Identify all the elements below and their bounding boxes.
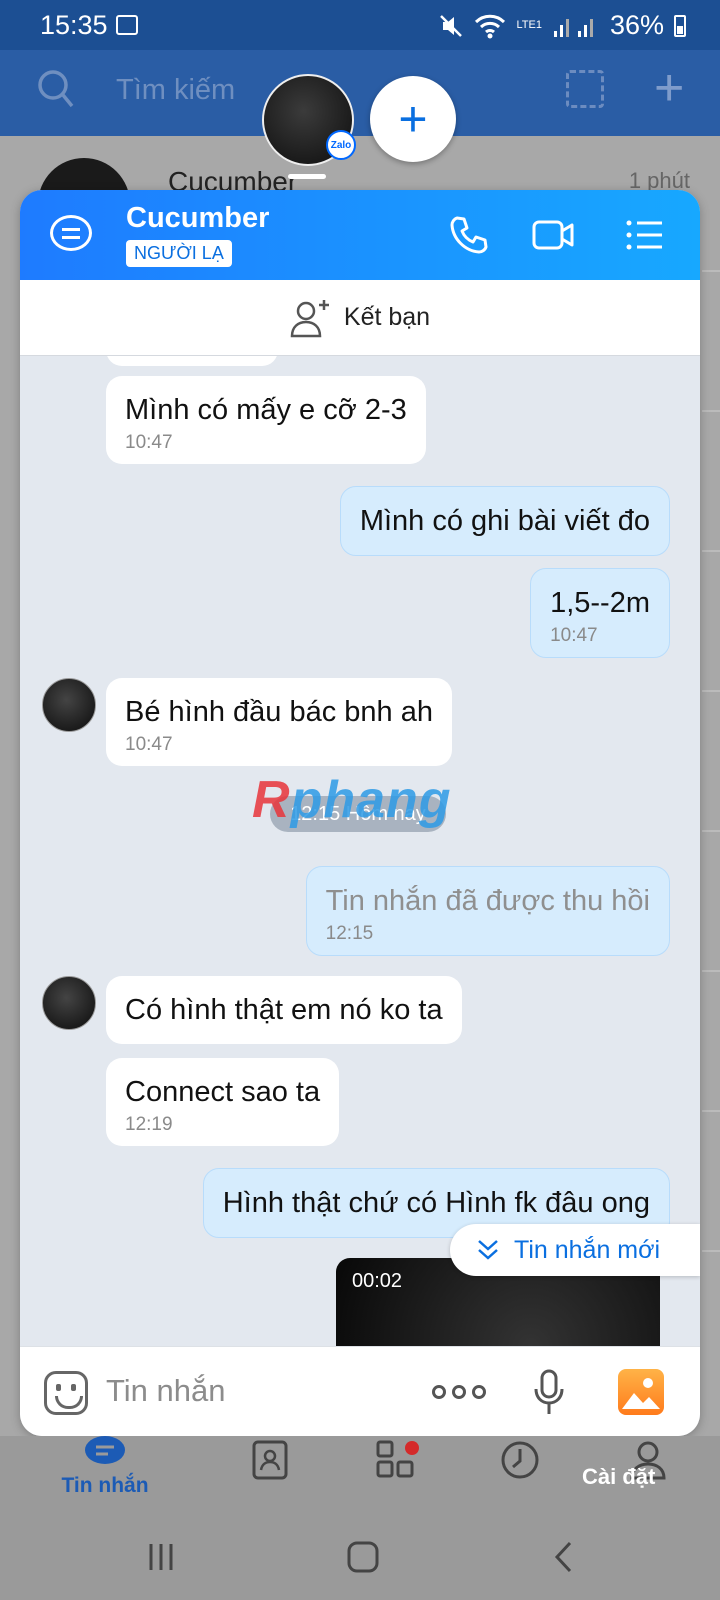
avatar[interactable] (42, 678, 96, 732)
timeline-clock-icon[interactable] (500, 1440, 540, 1480)
signal-icon (553, 18, 593, 37)
zalo-logo-icon: Zalo (326, 130, 356, 160)
app-top-bar: Tìm kiếm + (0, 50, 720, 136)
message-input-bar: Tin nhắn (20, 1346, 700, 1436)
android-nav-bar (0, 1510, 720, 1600)
status-time: 15:35 (40, 10, 108, 40)
message-text: Connect sao ta (125, 1076, 321, 1108)
add-icon[interactable]: + (654, 58, 684, 118)
message-text: Có hình thật em nó ko ta (125, 994, 443, 1026)
back-icon[interactable] (552, 1540, 576, 1574)
message-text: Bé hình đầu bác bnh ah (125, 696, 433, 728)
menu-list-icon[interactable] (624, 214, 666, 256)
watermark-text: phang (290, 771, 452, 829)
contacts-icon[interactable] (252, 1440, 290, 1480)
stranger-badge: NGƯỜI LẠ (126, 240, 232, 267)
add-friend-button[interactable]: Kết bạn (20, 280, 700, 356)
status-indicators: LTE1 36% (438, 10, 686, 41)
recalled-message-bubble[interactable]: Tin nhắn đã được thu hồi 12:15 (305, 866, 670, 956)
message-bubble[interactable]: 1,5--2m 10:47 (530, 568, 670, 658)
message-tab-icon (85, 1436, 125, 1464)
tab-messages-label: Tin nhắn (61, 1474, 149, 1497)
search-icon[interactable] (36, 68, 76, 112)
image-notification-icon (116, 15, 138, 35)
message-time: 10:47 (125, 734, 173, 755)
add-user-icon (290, 299, 329, 337)
message-text: 1,5--2m (550, 587, 650, 619)
message-bubble[interactable]: Mình có ghi bài viết đo (339, 486, 670, 556)
watermark-logo: Rphang (252, 770, 452, 830)
new-messages-label: Tin nhắn mới (514, 1235, 661, 1264)
message-time: 12:19 (125, 1114, 173, 1135)
discover-icon[interactable] (376, 1440, 420, 1480)
microphone-icon[interactable] (534, 1369, 564, 1417)
wifi-icon (475, 14, 506, 38)
message-text: Mình có mấy e cỡ 2-3 (125, 394, 407, 426)
message-bubble[interactable]: Mình có mấy e cỡ 2-3 10:47 (106, 376, 426, 464)
message-text: Tin nhắn đã được thu hồi (325, 885, 650, 917)
double-chevron-down-icon (478, 1240, 498, 1260)
qr-code-icon[interactable] (566, 70, 604, 108)
network-label: LTE1 (516, 19, 542, 31)
chat-head-indicator (288, 174, 326, 179)
emoji-icon[interactable] (44, 1371, 88, 1415)
tab-messages[interactable]: Tin nhắn (60, 1436, 150, 1498)
phone-icon[interactable] (448, 214, 490, 256)
new-messages-button[interactable]: Tin nhắn mới (450, 1224, 700, 1276)
message-bubble[interactable]: Có hình thật em nó ko ta (106, 976, 462, 1044)
search-input[interactable]: Tìm kiếm (116, 74, 235, 107)
message-bubble[interactable]: Bé hình đầu bác bnh ah 10:47 (106, 678, 452, 766)
bottom-tab-bar: Tin nhắn Cài đặt (0, 1436, 720, 1510)
message-time: 12:15 (325, 923, 374, 944)
message-input[interactable]: Tin nhắn (106, 1373, 226, 1409)
message-bubble[interactable]: Connect sao ta 12:19 (106, 1058, 340, 1146)
settings-label[interactable]: Cài đặt (582, 1464, 655, 1490)
message-text: Mình có ghi bài viết đo (359, 505, 650, 537)
recent-apps-icon[interactable] (146, 1542, 176, 1572)
message-time: 10:47 (550, 625, 598, 646)
message-list[interactable]: Mình có mấy e cỡ 2-3 10:47 Mình có ghi b… (20, 356, 700, 1346)
gallery-icon[interactable] (618, 1369, 664, 1415)
status-bar: 15:35 LTE1 36% (0, 0, 720, 50)
add-friend-label: Kết bạn (343, 303, 431, 331)
video-call-icon[interactable] (532, 214, 574, 256)
avatar[interactable] (42, 976, 96, 1030)
more-options-icon[interactable] (432, 1385, 486, 1399)
battery-percent: 36% (609, 10, 664, 40)
new-chat-bubble-button[interactable]: + (370, 76, 456, 162)
battery-icon (674, 14, 686, 37)
video-duration: 00:02 (352, 1270, 403, 1292)
mute-icon (440, 14, 463, 37)
message-text: Hình thật chứ có Hình fk đâu ong (222, 1187, 650, 1219)
chat-window: Cucumber NGƯỜI LẠ Kết bạn Mình có mấy e … (20, 190, 700, 1436)
chat-head-avatar[interactable]: Zalo (262, 74, 356, 166)
contact-name: Cucumber (126, 202, 270, 234)
home-icon[interactable] (346, 1540, 380, 1574)
chat-bubble-icon[interactable] (50, 215, 92, 251)
watermark-r: R (252, 771, 291, 829)
message-bubble-partial[interactable] (106, 356, 278, 366)
chat-header: Cucumber NGƯỜI LẠ (20, 190, 700, 280)
message-time: 10:47 (125, 432, 173, 453)
